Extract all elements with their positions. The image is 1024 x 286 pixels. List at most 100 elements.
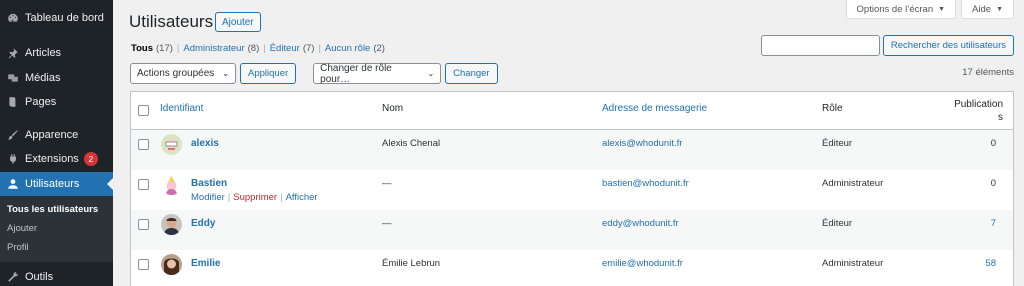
sidebar-item-label: Apparence — [25, 128, 79, 141]
pages-icon — [6, 96, 19, 109]
sidebar-item-label: Articles — [25, 47, 62, 60]
column-role: Rôle — [822, 103, 843, 114]
filter-all[interactable]: Tous (17) — [131, 43, 173, 54]
chevron-down-icon: ⌄ — [427, 69, 435, 78]
user-posts-count: 0 — [990, 138, 996, 149]
sidebar-item-pages[interactable]: Pages — [0, 90, 113, 115]
user-email-link[interactable]: alexis@whodunit.fr — [602, 138, 682, 149]
user-email-link[interactable]: bastien@whodunit.fr — [602, 178, 689, 189]
search-users-button[interactable]: Rechercher des utilisateurs — [882, 35, 1014, 56]
column-posts-label-wrap: s — [998, 112, 1003, 123]
sidebar-item-medias[interactable]: Médias — [0, 66, 113, 91]
filter-administrateur[interactable]: Administrateur — [183, 43, 244, 54]
sidebar-item-label: Médias — [25, 71, 61, 84]
screen-options-label: Options de l’écran — [856, 3, 934, 15]
search-input[interactable] — [760, 35, 880, 56]
row-checkbox[interactable] — [138, 219, 149, 230]
table-row: Eddy — eddy@whodunit.fr Éditeur 7 — [131, 210, 1013, 250]
username-link[interactable]: Emilie — [191, 258, 220, 269]
role-filter-links: Tous (17) | Administrateur (8) | Éditeur (7… — [131, 43, 385, 54]
column-posts: Publication s — [948, 98, 1003, 124]
row-actions: Modifier | Supprimer | Afficher — [191, 192, 318, 203]
avatar — [161, 214, 182, 235]
dashboard-icon — [6, 11, 19, 24]
select-all-checkbox[interactable] — [138, 105, 149, 116]
filter-editor-label: Éditeur — [269, 43, 300, 54]
change-role-button[interactable]: Changer — [445, 63, 498, 84]
user-email-link[interactable]: emilie@whodunit.fr — [602, 258, 683, 269]
admin-sidebar: Tableau de bord Articles Médias Pages Ap… — [0, 0, 113, 286]
filter-all-label: Tous — [131, 43, 153, 54]
caret-down-icon: ▼ — [996, 5, 1003, 13]
apply-button[interactable]: Appliquer — [240, 63, 297, 84]
wrench-icon — [6, 271, 19, 284]
submenu-item-add-user[interactable]: Ajouter — [0, 219, 113, 238]
submenu-item-all-users[interactable]: Tous les utilisateurs — [0, 200, 113, 219]
filter-editeur[interactable]: Éditeur — [270, 43, 300, 54]
row-action-separator: | — [227, 192, 231, 203]
change-role-select[interactable]: Changer de rôle pour… ⌄ — [313, 62, 442, 85]
avatar — [161, 254, 182, 275]
caret-down-icon: ▼ — [938, 5, 946, 13]
view-user-link[interactable]: Afficher — [286, 192, 318, 203]
sidebar-item-utilisateurs[interactable]: Utilisateurs — [0, 171, 113, 196]
column-username[interactable]: Identifiant — [160, 103, 203, 114]
username-link[interactable]: alexis — [191, 138, 219, 149]
filter-aucun-role[interactable]: Aucun rôle — [325, 43, 370, 54]
help-button[interactable]: Aide ▼ — [961, 0, 1014, 19]
sidebar-item-apparence[interactable]: Apparence — [0, 123, 113, 148]
user-name: Alexis Chenal — [382, 138, 441, 149]
bulk-actions-select[interactable]: Actions groupées ⌄ — [130, 63, 236, 84]
user-name: Émilie Lebrun — [382, 258, 441, 269]
sidebar-item-outils[interactable]: Outils — [0, 265, 113, 286]
row-checkbox[interactable] — [138, 259, 149, 270]
media-icon — [6, 71, 19, 84]
table-header: Identifiant Nom Adresse de messagerie Rô… — [131, 92, 1013, 130]
user-search-box: Rechercher des utilisateurs — [760, 35, 1014, 56]
plugin-icon — [6, 153, 19, 166]
update-count-badge: 2 — [83, 152, 98, 167]
sidebar-item-label: Pages — [25, 96, 57, 109]
row-checkbox[interactable] — [138, 139, 149, 150]
user-posts-count: 0 — [990, 178, 996, 189]
sidebar-item-dashboard[interactable]: Tableau de bord — [0, 4, 113, 31]
help-label: Aide — [972, 3, 992, 15]
column-email[interactable]: Adresse de messagerie — [602, 103, 707, 114]
change-role-value: Changer de rôle pour… — [320, 62, 392, 85]
table-row: Emilie Émilie Lebrun emilie@whodunit.fr … — [131, 250, 1013, 286]
add-user-button[interactable]: Ajouter — [215, 12, 261, 32]
pin-icon — [6, 47, 19, 60]
user-email-link[interactable]: eddy@whodunit.fr — [602, 218, 679, 229]
filter-none-label: Aucun rôle — [324, 43, 371, 54]
chevron-down-icon: ⌄ — [222, 69, 229, 78]
row-checkbox[interactable] — [138, 179, 149, 190]
filter-admin-count: (8) — [247, 43, 260, 54]
sidebar-item-articles[interactable]: Articles — [0, 41, 113, 66]
filter-none-count: (2) — [373, 43, 385, 54]
column-name: Nom — [382, 103, 404, 114]
brush-icon — [6, 128, 19, 141]
delete-user-link[interactable]: Supprimer — [233, 192, 277, 203]
user-posts-link[interactable]: 58 — [985, 258, 996, 269]
user-posts-link[interactable]: 7 — [991, 218, 996, 229]
filter-admin-label: Administrateur — [183, 43, 245, 54]
filter-separator: | — [263, 43, 266, 54]
filter-editor-count: (7) — [302, 43, 315, 54]
username-link[interactable]: Bastien — [191, 178, 227, 189]
screen-options-button[interactable]: Options de l’écran ▼ — [845, 0, 957, 19]
row-action-separator: | — [280, 192, 283, 203]
edit-user-link[interactable]: Modifier — [191, 192, 225, 203]
submenu-item-profile[interactable]: Profil — [0, 238, 113, 257]
sidebar-item-label: Tableau de bord — [25, 11, 104, 24]
page-title: Utilisateurs — [129, 12, 214, 31]
sidebar-item-extensions[interactable]: Extensions 2 — [0, 147, 113, 172]
user-role: Administrateur — [822, 178, 884, 189]
user-role: Administrateur — [822, 258, 884, 269]
sidebar-item-label: Utilisateurs — [25, 177, 80, 190]
username-link[interactable]: Eddy — [191, 218, 215, 229]
filter-separator: | — [318, 43, 321, 54]
column-posts-label: Publication — [954, 99, 1003, 110]
user-role: Éditeur — [822, 218, 853, 229]
table-row: alexis Alexis Chenal alexis@whodunit.fr … — [131, 130, 1013, 170]
filter-all-count: (17) — [156, 43, 173, 54]
